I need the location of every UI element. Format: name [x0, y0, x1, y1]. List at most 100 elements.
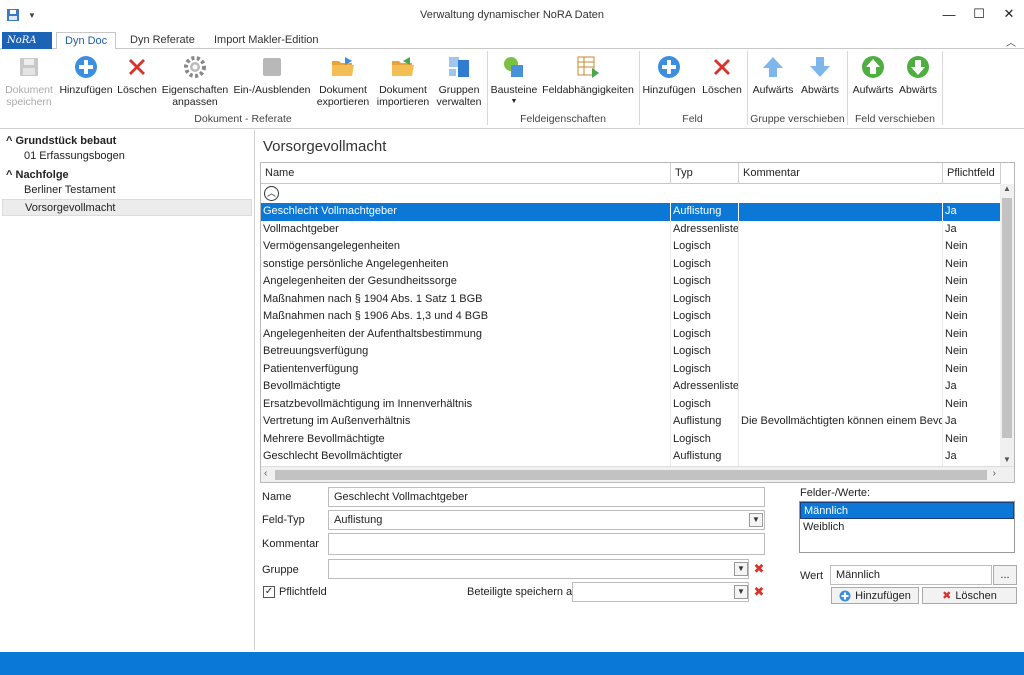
required-checkbox[interactable]: ✓ — [263, 586, 275, 598]
cell-name: Patientenverfügung — [261, 360, 671, 378]
tree-item-vorsorgevollmacht[interactable]: Vorsorgevollmacht — [2, 199, 252, 216]
scroll-left-icon[interactable]: ‹ — [264, 468, 267, 479]
cell-type: Logisch — [671, 290, 739, 308]
cell-name: Geschlecht Vollmachtgeber — [261, 203, 671, 221]
table-row[interactable]: Ersatzbevollmächtigung im Innenverhältni… — [261, 395, 1001, 413]
cell-name: Vollmachtgeber — [261, 220, 671, 238]
group-label-group-move: Gruppe verschieben — [750, 113, 845, 125]
table-row[interactable]: Betreuungsverfügung Logisch Nein — [261, 343, 1001, 361]
field-type-select[interactable]: Auflistung — [328, 510, 765, 530]
folder-export-icon — [329, 53, 357, 81]
table-row[interactable]: Maßnahmen nach § 1904 Abs. 1 Satz 1 BGB L… — [261, 290, 1001, 308]
tree-section-nachfolge[interactable]: ^ Nachfolge — [6, 169, 69, 181]
table-row[interactable]: Vollmachtgeber Adressenliste Ja — [261, 220, 1001, 238]
comment-input[interactable] — [328, 533, 765, 555]
delete-x-icon — [708, 53, 736, 81]
app-logo[interactable]: NoRA — [2, 32, 52, 49]
value-item[interactable]: Weiblich — [800, 519, 1014, 536]
group-up-button[interactable]: Aufwärts — [750, 53, 796, 96]
table-row[interactable]: Mehrere Bevollmächtigte Logisch Nein — [261, 430, 1001, 448]
cell-comment: Die Bevollmächtigten können einem Bevoll — [739, 413, 943, 431]
tree-section-grundstueck[interactable]: ^ Grundstück bebaut — [6, 135, 116, 147]
manage-groups-button[interactable]: Gruppen verwalten — [434, 53, 484, 108]
value-input[interactable] — [830, 565, 992, 585]
tree-item-berliner-testament[interactable]: Berliner Testament — [2, 182, 252, 199]
tab-dyn-referate[interactable]: Dyn Referate — [122, 32, 203, 50]
plus-circle-icon — [839, 590, 851, 601]
edit-properties-button[interactable]: Eigenschaften anpassen — [160, 53, 230, 108]
table-row[interactable]: Patientenverfügung Logisch Nein — [261, 360, 1001, 378]
browse-value-button[interactable]: ... — [993, 565, 1017, 585]
scroll-up-icon[interactable]: ▲ — [1000, 184, 1014, 196]
horizontal-scrollbar[interactable]: ‹ › — [261, 466, 1014, 482]
group-dropdown-icon[interactable]: ▼ — [734, 562, 748, 576]
add-value-button[interactable]: Hinzufügen — [831, 587, 919, 604]
column-header-name[interactable]: Name — [261, 163, 671, 184]
tab-import-makler[interactable]: Import Makler-Edition — [206, 32, 327, 50]
field-down-button[interactable]: Abwärts — [896, 53, 940, 96]
save-as-label: Beteiligte speichern als — [467, 586, 581, 598]
add-field-button[interactable]: Hinzufügen — [641, 53, 697, 96]
cell-type: Auflistung — [671, 413, 739, 431]
scroll-thumb[interactable] — [1002, 198, 1012, 438]
field-type-dropdown-icon[interactable]: ▼ — [749, 513, 763, 527]
vertical-scrollbar[interactable]: ▲ ▼ — [1000, 184, 1014, 467]
delete-value-button[interactable]: ✖ Löschen — [922, 587, 1017, 604]
ribbon-separator — [747, 51, 748, 125]
column-header-comment[interactable]: Kommentar — [739, 163, 943, 184]
tab-dyn-doc[interactable]: Dyn Doc — [56, 32, 117, 50]
delete-document-button[interactable]: Löschen — [116, 53, 158, 96]
table-row[interactable]: Angelegenheiten der Gesundheitssorge Logi… — [261, 273, 1001, 291]
clear-group-icon[interactable]: ✖ — [752, 562, 766, 576]
toggle-visibility-button[interactable]: Ein-/Ausblenden — [232, 53, 312, 96]
clear-save-as-icon[interactable]: ✖ — [752, 585, 766, 599]
column-header-type[interactable]: Typ — [671, 163, 739, 184]
group-label-props: Feldeigenschaften — [520, 113, 606, 125]
save-as-dropdown-icon[interactable]: ▼ — [734, 585, 748, 599]
cell-type: Auflistung — [671, 203, 739, 221]
cell-required: Nein — [943, 325, 1001, 343]
cell-comment — [739, 343, 943, 361]
cell-type: Auflistung — [671, 448, 739, 466]
group-select[interactable] — [328, 559, 749, 579]
cell-required: Nein — [943, 343, 1001, 361]
save-document-button[interactable]: Dokument speichern — [2, 53, 56, 108]
import-document-button[interactable]: Dokument importieren — [374, 53, 432, 108]
collapse-group-icon[interactable]: ︿ — [264, 186, 279, 201]
field-dependencies-button[interactable]: Feldabhängigkeiten — [540, 53, 636, 96]
table-row[interactable]: Maßnahmen nach § 1906 Abs. 1,3 und 4 BGB… — [261, 308, 1001, 326]
group-down-button[interactable]: Abwärts — [798, 53, 842, 96]
bausteine-button[interactable]: Bausteine ▼ — [490, 53, 538, 108]
close-button[interactable]: ✕ — [994, 0, 1024, 28]
arrow-up-icon — [759, 53, 787, 81]
table-row[interactable]: Geschlecht Vollmachtgeber Auflistung Ja — [261, 203, 1001, 221]
export-document-button[interactable]: Dokument exportieren — [314, 53, 372, 108]
add-document-button[interactable]: Hinzufügen — [58, 53, 114, 96]
cell-comment — [739, 360, 943, 378]
field-up-button[interactable]: Aufwärts — [850, 53, 896, 96]
name-label: Name — [262, 491, 292, 503]
collapse-ribbon-icon[interactable]: ︿ — [1006, 34, 1016, 49]
name-input[interactable] — [328, 487, 765, 507]
cell-required: Ja — [943, 220, 1001, 238]
scroll-right-icon[interactable]: › — [993, 468, 996, 479]
delete-field-button[interactable]: Löschen — [700, 53, 744, 96]
maximize-button[interactable]: ☐ — [964, 0, 994, 28]
cell-required: Ja — [943, 203, 1001, 221]
hscroll-thumb[interactable] — [275, 470, 987, 480]
table-row[interactable]: Geschlecht Bevollmächtigter Auflistung Ja — [261, 448, 1001, 466]
table-row[interactable]: Vermögensangelegenheiten Logisch Nein — [261, 238, 1001, 256]
table-row[interactable]: sonstige persönliche Angelegenheiten Logi… — [261, 255, 1001, 273]
minimize-button[interactable]: — — [934, 0, 964, 28]
value-item[interactable]: Männlich — [800, 502, 1014, 519]
save-as-select[interactable] — [572, 582, 749, 602]
tree-item-erfassungsbogen[interactable]: 01 Erfassungsbogen — [2, 148, 252, 165]
table-row[interactable]: Angelegenheiten der Aufenthaltsbestimmun… — [261, 325, 1001, 343]
cell-required: Nein — [943, 430, 1001, 448]
table-row[interactable]: Bevollmächtigte Adressenliste Ja — [261, 378, 1001, 396]
column-header-required[interactable]: Pflichtfeld — [943, 163, 1001, 184]
cell-required: Ja — [943, 448, 1001, 466]
table-row[interactable]: Vertretung im Außenverhältnis Auflistung D… — [261, 413, 1001, 431]
values-list: Männlich Weiblich — [799, 501, 1015, 553]
bausteine-dropdown-icon: ▼ — [510, 98, 518, 105]
